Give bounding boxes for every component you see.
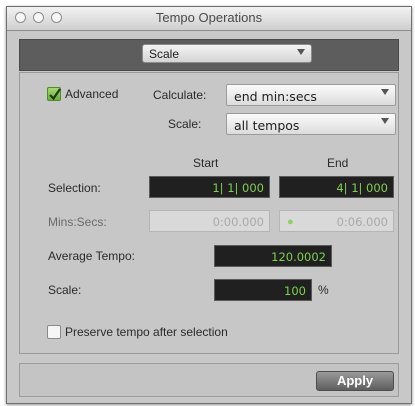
selection-end-field[interactable]: 4| 1| 000 (279, 176, 394, 198)
operation-bar: Scale (19, 39, 399, 71)
title-bar[interactable]: Tempo Operations (7, 7, 411, 31)
bullet-icon: ● (287, 216, 294, 228)
mins-secs-end-field: ● 0:06.000 (279, 210, 394, 232)
average-tempo-field[interactable]: 120.0002 (214, 245, 332, 267)
average-tempo-label: Average Tempo: (48, 249, 135, 263)
selection-label: Selection: (48, 181, 101, 195)
average-tempo-value: 120.0002 (271, 250, 326, 264)
chevron-down-icon (381, 89, 389, 95)
mins-secs-label: Mins:Secs: (48, 215, 107, 229)
selection-end-value: 4| 1| 000 (336, 181, 388, 195)
calculate-select[interactable]: end min:secs (226, 84, 396, 106)
preserve-tempo-checkbox[interactable] (47, 325, 61, 339)
window-title: Tempo Operations (155, 10, 263, 25)
percent-unit: % (318, 283, 329, 297)
selection-start-value: 1| 1| 000 (212, 181, 264, 195)
apply-button[interactable]: Apply (316, 371, 394, 391)
operation-select-value: Scale (149, 47, 180, 61)
calculate-label: Calculate: (153, 88, 207, 102)
mins-secs-end-value: 0:06.000 (336, 215, 388, 229)
operation-select[interactable]: Scale (142, 44, 312, 63)
scale-mode-select-value: all tempos (234, 118, 300, 133)
scale-percent-value: 100 (284, 284, 306, 298)
advanced-checkbox[interactable] (47, 87, 61, 101)
chevron-down-icon (297, 49, 305, 55)
scale-percent-field[interactable]: 100 (214, 279, 312, 301)
check-icon (49, 88, 61, 101)
start-column-header: Start (193, 156, 219, 170)
settings-panel: Advanced Calculate: end min:secs Scale: … (19, 72, 399, 354)
scale-mode-select[interactable]: all tempos (226, 113, 396, 135)
advanced-label: Advanced (65, 87, 119, 101)
preserve-tempo-label: Preserve tempo after selection (65, 325, 228, 339)
mins-secs-start-field: 0:00.000 (149, 210, 270, 232)
chevron-down-icon (381, 118, 389, 124)
tempo-operations-window: Tempo Operations Scale Advanced Calculat… (6, 6, 412, 404)
button-bar: Apply (19, 363, 399, 397)
end-column-header: End (327, 156, 349, 170)
calculate-select-value: end min:secs (234, 89, 317, 104)
scale-percent-label: Scale: (48, 283, 82, 297)
selection-start-field[interactable]: 1| 1| 000 (149, 176, 270, 198)
scale-mode-label: Scale: (168, 117, 202, 131)
mins-secs-start-value: 0:00.000 (212, 215, 264, 229)
